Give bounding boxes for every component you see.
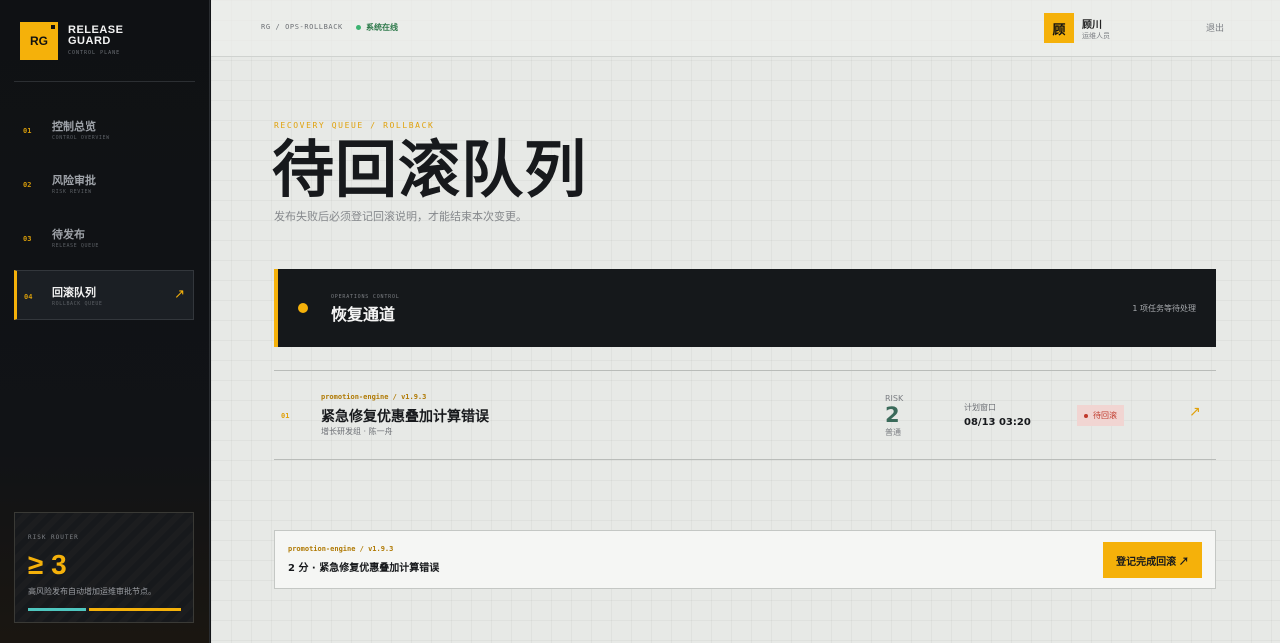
risk-card-value: ≥ 3 xyxy=(28,549,67,580)
sidebar-item-label: 控制总览 xyxy=(52,120,96,133)
main-content: RG / OPS-ROLLBACK 系统在线 顾 顾川 运维人员 退出 RECO… xyxy=(211,0,1280,643)
page-subtitle: 发布失败后必须登记回滚说明，才能结束本次变更。 xyxy=(274,210,527,223)
row-title: 紧急修复优惠叠加计算错误 xyxy=(321,409,489,425)
table-row[interactable]: 01 promotion-engine / v1.9.3 紧急修复优惠叠加计算错… xyxy=(274,370,1216,460)
sidebar-item-sublabel: RELEASE QUEUE xyxy=(52,243,99,249)
risk-label: RISK xyxy=(885,394,904,403)
logout-link[interactable]: 退出 xyxy=(1206,21,1224,34)
sidebar-item-label: 风险审批 xyxy=(52,174,96,187)
status-dot-icon xyxy=(356,25,361,30)
user-name: 顾川 xyxy=(1082,20,1102,31)
row-index: 01 xyxy=(281,412,290,420)
action-bar: promotion-engine / v1.9.3 2 分 · 紧急修复优惠叠加… xyxy=(274,530,1216,589)
sidebar-item-number: 04 xyxy=(24,293,33,301)
topbar: RG / OPS-ROLLBACK 系统在线 顾 顾川 运维人员 退出 xyxy=(211,0,1280,57)
panel-task-count: 1 项任务等待处理 xyxy=(1132,304,1196,313)
status-badge: 待回滚 xyxy=(1077,405,1124,426)
sidebar-item-sublabel: RISK REVIEW xyxy=(52,189,92,195)
risk-card-description: 高风险发布自动增加运维审批节点。 xyxy=(28,587,156,596)
risk-level: 普通 xyxy=(885,428,901,437)
system-status: 系统在线 xyxy=(366,23,398,32)
risk-card-title: RISK ROUTER xyxy=(28,534,79,541)
panel-header: OPERATIONS CONTROL 恢复通道 1 项任务等待处理 xyxy=(274,269,1216,347)
window-label: 计划窗口 xyxy=(964,403,996,412)
register-rollback-button[interactable]: 登记完成回滚 ↗ xyxy=(1103,542,1202,578)
sidebar-item-control-overview[interactable]: 01 控制总览 CONTROL OVERVIEW xyxy=(14,105,194,155)
user-role: 运维人员 xyxy=(1082,32,1110,40)
logo[interactable]: RG xyxy=(20,22,58,60)
status-dot-icon xyxy=(1084,413,1088,418)
window-value: 08/13 03:20 xyxy=(964,417,1031,428)
page-title: 待回滚队列 xyxy=(272,133,588,206)
brand-subtitle: CONTROL PLANE xyxy=(68,50,121,56)
sidebar-item-label: 待发布 xyxy=(52,228,85,241)
sidebar-divider xyxy=(14,81,195,82)
arrow-up-right-icon: ↗ xyxy=(174,287,185,302)
sidebar-item-number: 01 xyxy=(23,127,32,135)
risk-router-card: RISK ROUTER ≥ 3 高风险发布自动增加运维审批节点。 xyxy=(14,512,194,623)
risk-value: 2 xyxy=(885,403,900,427)
sidebar-item-rollback-queue[interactable]: 04 回滚队列 ROLLBACK QUEUE ↗ xyxy=(14,270,194,320)
risk-card-bar-teal xyxy=(28,608,86,611)
sidebar-item-sublabel: ROLLBACK QUEUE xyxy=(52,301,103,307)
arrow-up-right-icon[interactable]: ↗ xyxy=(1189,404,1201,420)
brand-name-line2: GUARD xyxy=(68,35,111,47)
risk-card-bar-amber xyxy=(89,608,181,611)
row-team: 增长研发组 · 陈一舟 xyxy=(321,427,393,436)
logo-dot xyxy=(51,25,55,29)
sidebar-item-number: 03 xyxy=(23,235,32,243)
avatar[interactable]: 顾 xyxy=(1044,13,1074,43)
sidebar-item-release-queue[interactable]: 03 待发布 RELEASE QUEUE xyxy=(14,213,194,263)
sidebar-item-risk-review[interactable]: 02 风险审批 RISK REVIEW xyxy=(14,159,194,209)
action-summary: 2 分 · 紧急修复优惠叠加计算错误 xyxy=(288,563,440,574)
sidebar-item-sublabel: CONTROL OVERVIEW xyxy=(52,135,110,141)
panel-eyebrow: OPERATIONS CONTROL xyxy=(331,294,400,300)
action-service: promotion-engine / v1.9.3 xyxy=(288,545,394,553)
logo-text: RG xyxy=(30,34,48,48)
sidebar: RG RELEASE GUARD CONTROL PLANE 01 控制总览 C… xyxy=(0,0,210,643)
panel-dot-icon xyxy=(298,303,308,313)
sidebar-item-number: 02 xyxy=(23,181,32,189)
status-badge-label: 待回滚 xyxy=(1093,411,1117,420)
sidebar-item-label: 回滚队列 xyxy=(52,286,96,299)
breadcrumb: RG / OPS-ROLLBACK xyxy=(261,23,343,31)
panel-title: 恢复通道 xyxy=(331,305,396,324)
row-service: promotion-engine / v1.9.3 xyxy=(321,393,427,401)
page-kicker: RECOVERY QUEUE / ROLLBACK xyxy=(274,121,435,130)
